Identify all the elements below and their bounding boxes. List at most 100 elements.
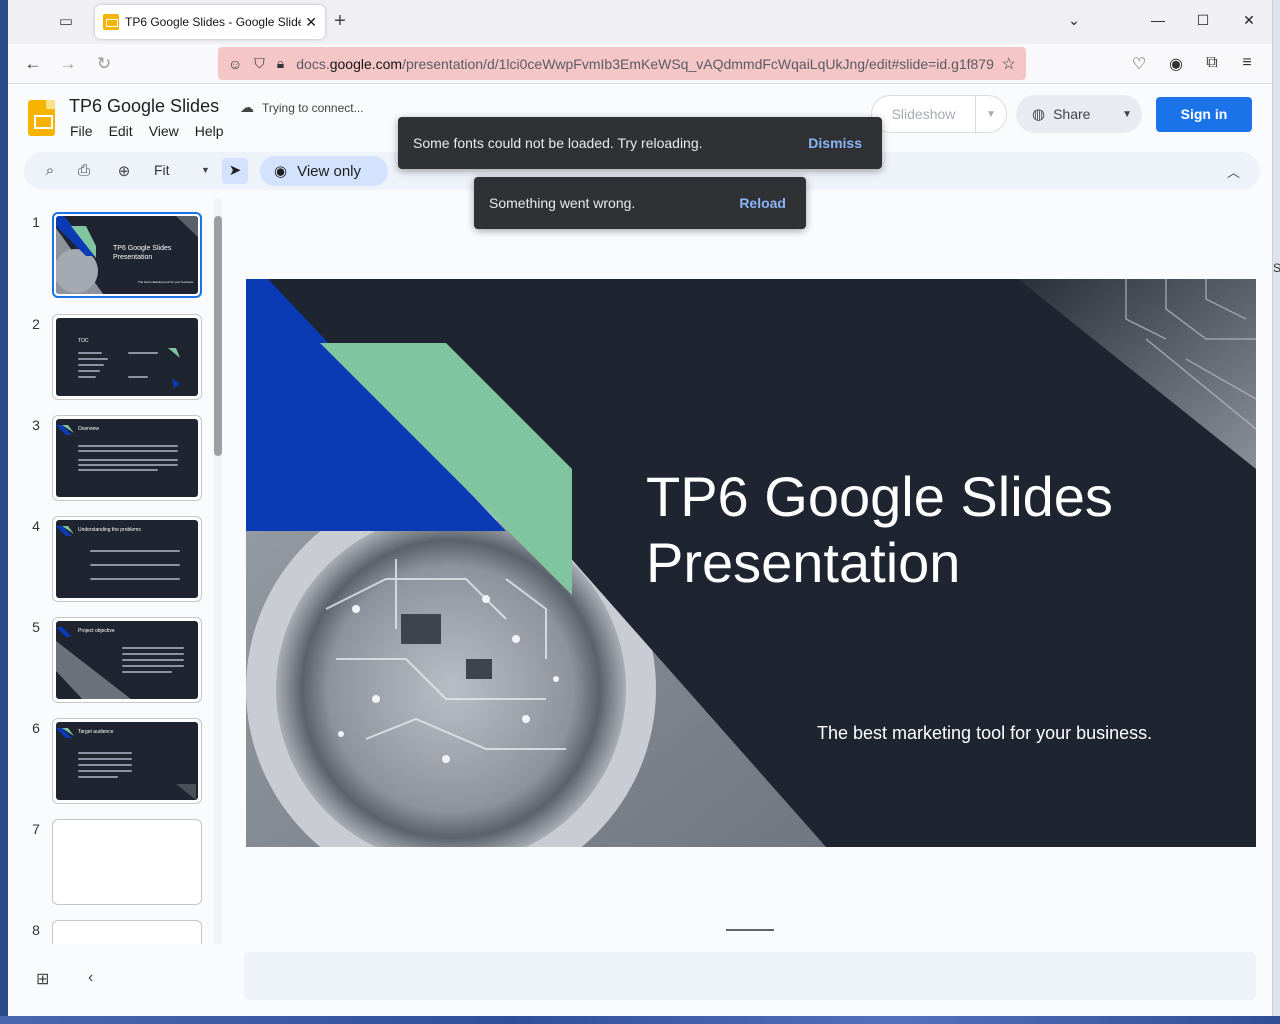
thumbnail-text-line — [78, 459, 178, 461]
thumbnail-text-line — [90, 578, 180, 580]
search-icon[interactable]: ⌕ — [40, 162, 60, 179]
thumbnail-title: Overview — [78, 426, 99, 432]
filmstrip-item-5[interactable]: 5 Project objective — [8, 617, 218, 709]
thumbnail-title: TP6 Google Slides Presentation — [113, 245, 172, 261]
thumbnail-text-line — [122, 659, 184, 661]
thumbnail-text-line — [78, 352, 102, 354]
browser-tab[interactable]: TP6 Google Slides - Google Slides ✕ — [95, 5, 325, 39]
menu-icon[interactable]: ≡ — [1236, 54, 1258, 72]
desktop-edge: S — [1272, 0, 1280, 1024]
share-label: Share — [1053, 106, 1091, 122]
error-snackbar: Something went wrong. Reload — [474, 177, 806, 229]
tracking-icon[interactable]: ☺ — [228, 56, 242, 72]
zoom-select[interactable]: Fit — [154, 162, 170, 178]
thumbnail-text-line — [128, 352, 158, 354]
browser-window: ▭ TP6 Google Slides - Google Slides ✕ + … — [8, 0, 1272, 1016]
share-dropdown-icon[interactable]: ▼ — [1122, 109, 1132, 120]
select-cursor-icon[interactable]: ➤ — [222, 158, 248, 184]
filmstrip-item-4[interactable]: 4 Understanding the problems — [8, 516, 218, 608]
desktop-taskbar-edge — [0, 1016, 1280, 1024]
document-title[interactable]: TP6 Google Slides — [69, 96, 219, 117]
pocket-icon[interactable]: ♡ — [1128, 54, 1150, 74]
shield-icon[interactable]: ⛉ — [254, 55, 265, 72]
slide-thumbnail[interactable]: TP6 Google Slides Presentation The best … — [52, 212, 202, 298]
thumbnail-title: Target audience — [78, 729, 114, 735]
slide-thumbnail[interactable]: Target audience — [52, 718, 202, 804]
filmstrip-item-6[interactable]: 6 Target audience — [8, 718, 218, 810]
chevron-up-icon[interactable]: ︿ — [1227, 162, 1240, 181]
share-button[interactable]: ◍ Share ▼ — [1016, 95, 1142, 133]
thumbnail-text-line — [122, 653, 184, 655]
plus-icon[interactable]: + — [328, 10, 352, 34]
menu-help[interactable]: Help — [195, 123, 224, 139]
slideshow-label[interactable]: Slideshow — [872, 96, 976, 132]
view-only-label: View only — [297, 162, 362, 180]
thumbnail-text-line — [122, 647, 184, 649]
thumbnail-text-line — [78, 358, 108, 360]
grid-view-icon[interactable]: ⊞ — [36, 969, 49, 989]
address-bar[interactable]: ☺ ⛉ 🔒︎ docs.google.com/presentation/d/1l… — [218, 47, 1026, 80]
slide-number: 8 — [32, 922, 40, 938]
star-icon[interactable]: ☆ — [1002, 54, 1016, 74]
menu-edit[interactable]: Edit — [109, 123, 133, 139]
thumbnail-text-line — [78, 364, 104, 366]
slide-number: 6 — [32, 720, 40, 736]
extensions-icon[interactable]: ⧉ — [1201, 54, 1223, 72]
tab-list-icon[interactable]: ▭ — [56, 12, 76, 32]
thumbnail-text-line — [78, 758, 132, 760]
close-tab-icon[interactable]: ✕ — [305, 14, 317, 31]
filmstrip-item-8[interactable]: 8 — [8, 920, 218, 944]
menu-view[interactable]: View — [149, 123, 179, 139]
slideshow-button[interactable]: Slideshow ▼ — [871, 95, 1007, 133]
lock-icon[interactable]: 🔒︎ — [277, 55, 284, 72]
slide-thumbnail[interactable]: TOC — [52, 314, 202, 400]
close-window-icon[interactable]: ✕ — [1239, 12, 1259, 29]
filmstrip-item-7[interactable]: 7 — [8, 819, 218, 911]
slide-thumbnail[interactable]: Overview — [52, 415, 202, 501]
filmstrip-item-2[interactable]: 2 TOC — [8, 314, 218, 406]
thumbnail-text-line — [78, 464, 178, 466]
snackbar-message: Something went wrong. — [489, 195, 636, 211]
slide-number: 5 — [32, 619, 40, 635]
minimize-icon[interactable]: — — [1148, 12, 1168, 28]
menu-file[interactable]: File — [70, 123, 93, 139]
filmstrip-item-3[interactable]: 3 Overview — [8, 415, 218, 507]
filmstrip-item-1[interactable]: 1 TP6 Google Slides Presentation The bes… — [8, 212, 218, 304]
dismiss-button[interactable]: Dismiss — [808, 135, 862, 151]
slide-thumbnail[interactable]: Project objective — [52, 617, 202, 703]
current-slide[interactable]: TP6 Google Slides Presentation The best … — [246, 279, 1256, 847]
arrow-right-icon[interactable]: → — [57, 54, 79, 74]
globe-icon: ◍ — [1032, 106, 1046, 123]
eye-icon: ◉ — [274, 163, 288, 180]
chevron-down-icon[interactable]: ⌄ — [1064, 12, 1084, 29]
thumbnail-text-line — [122, 665, 184, 667]
arrow-left-icon[interactable]: ← — [22, 54, 44, 74]
slideshow-dropdown-icon[interactable]: ▼ — [976, 109, 1006, 120]
reload-button[interactable]: Reload — [739, 195, 786, 211]
thumbnail-text-line — [78, 370, 100, 372]
speaker-notes-handle[interactable] — [726, 929, 774, 931]
speaker-notes[interactable] — [244, 952, 1256, 1000]
zoom-dropdown-icon[interactable]: ▼ — [201, 165, 210, 175]
collapse-filmstrip-icon[interactable]: ‹ — [88, 969, 93, 987]
sign-in-button[interactable]: Sign in — [1156, 97, 1252, 132]
zoom-icon[interactable]: ⊕ — [114, 162, 134, 180]
slide-thumbnail[interactable]: Understanding the problems — [52, 516, 202, 602]
view-only-button[interactable]: ◉ View only — [260, 156, 388, 186]
thumbnail-graphic — [168, 348, 180, 388]
thumbnail-subtitle: The best marketing tool for your busines… — [138, 280, 194, 284]
slide-number: 1 — [32, 214, 40, 230]
slides-logo-icon[interactable] — [28, 100, 55, 136]
slide-thumbnail[interactable] — [52, 920, 202, 944]
thumbnail-text-line — [90, 564, 180, 566]
filmstrip-scrollbar-thumb[interactable] — [214, 216, 222, 456]
account-icon[interactable]: ◉ — [1165, 54, 1187, 74]
slide-thumbnail[interactable] — [52, 819, 202, 905]
print-icon[interactable]: ⎙ — [74, 162, 94, 179]
reload-icon[interactable]: ↻ — [93, 54, 115, 74]
fonts-error-snackbar: Some fonts could not be loaded. Try relo… — [398, 117, 882, 169]
slide-subtitle: The best marketing tool for your busines… — [817, 723, 1153, 743]
maximize-icon[interactable]: ☐ — [1193, 12, 1213, 29]
thumbnail-title: TOC — [78, 338, 89, 344]
slide-filmstrip: 1 TP6 Google Slides Presentation The bes… — [8, 198, 228, 944]
